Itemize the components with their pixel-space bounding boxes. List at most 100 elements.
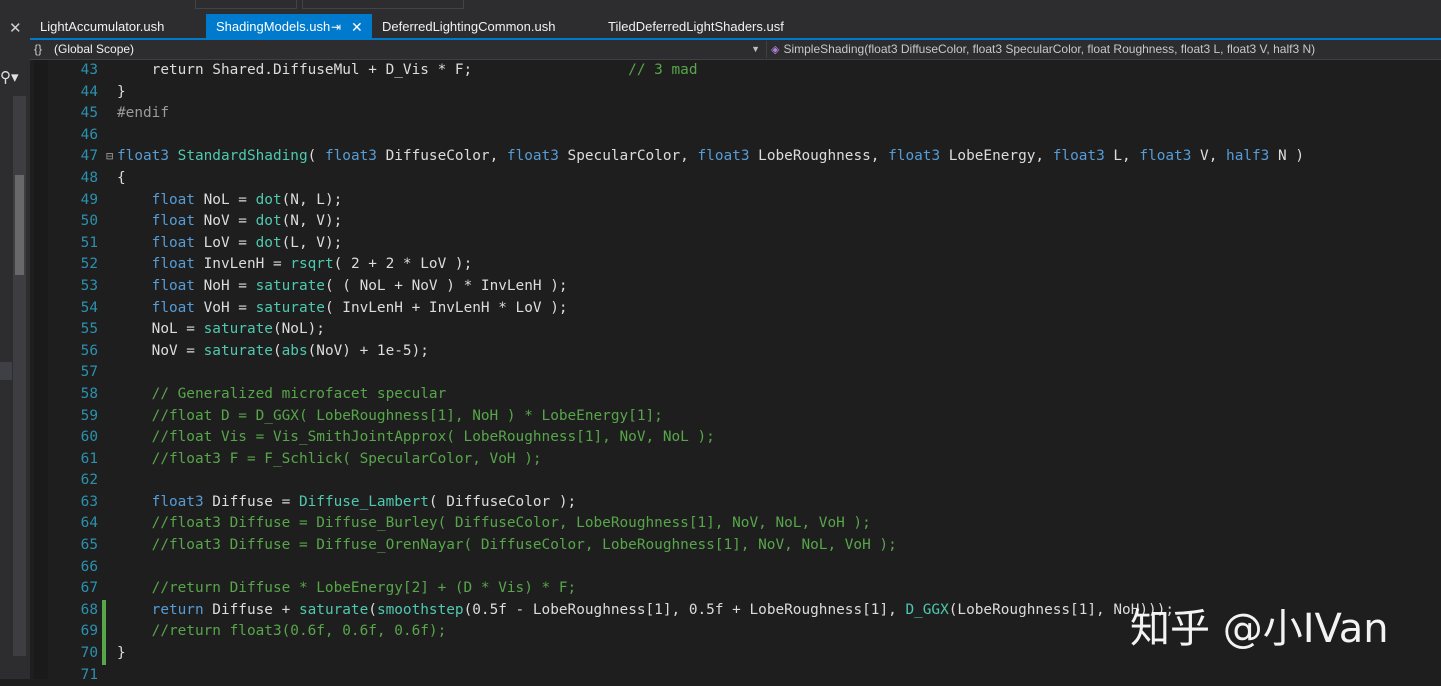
navigation-bar: {} (Global Scope) ▼ ◈ SimpleShading(float3… bbox=[30, 40, 1441, 60]
code-token: (0.5f - LobeRoughness[1], 0.5f + LobeRou… bbox=[463, 601, 906, 618]
code-token: dot bbox=[255, 191, 282, 208]
line-number: 64 bbox=[80, 515, 98, 532]
code-line[interactable]: 44} bbox=[30, 82, 1441, 104]
collapse-icon[interactable]: ⊟ bbox=[106, 146, 113, 168]
code-line[interactable]: 58 // Generalized microfacet specular bbox=[30, 384, 1441, 406]
code-line[interactable]: 59 //float D = D_GGX( LobeRoughness[1], … bbox=[30, 406, 1441, 428]
code-token: ( ( NoL + NoV ) * InvLenH ); bbox=[324, 277, 568, 294]
code-text: //float3 Diffuse = Diffuse_Burley( Diffu… bbox=[117, 513, 871, 535]
code-token: ( bbox=[368, 601, 377, 618]
code-line[interactable]: 57 bbox=[30, 362, 1441, 384]
line-number: 70 bbox=[80, 645, 98, 662]
code-text: //return Diffuse * LobeEnergy[2] + (D * … bbox=[117, 578, 577, 600]
code-text: //float D = D_GGX( LobeRoughness[1], NoH… bbox=[117, 406, 663, 428]
code-token: //return Diffuse * LobeEnergy[2] + (D * … bbox=[151, 580, 577, 597]
code-line[interactable]: 51 float LoV = dot(L, V); bbox=[30, 233, 1441, 255]
code-line[interactable]: 65 //float3 Diffuse = Diffuse_OrenNayar(… bbox=[30, 535, 1441, 557]
code-token: saturate bbox=[203, 321, 273, 338]
line-number: 49 bbox=[80, 191, 98, 208]
tab-deferredlightingcommon[interactable]: DeferredLightingCommon.ush bbox=[372, 14, 598, 38]
code-token: // 3 mad bbox=[628, 62, 698, 78]
code-line[interactable]: 43 return Shared.DiffuseMul + D_Vis * F;… bbox=[30, 60, 1441, 82]
code-token: (NoL); bbox=[272, 321, 325, 338]
tab-lightaccumulator[interactable]: LightAccumulator.ush bbox=[30, 14, 206, 38]
scope-dropdown[interactable]: {} (Global Scope) ▼ bbox=[34, 41, 760, 58]
code-text: //float3 F = F_Schlick( SpecularColor, V… bbox=[117, 449, 542, 471]
code-line[interactable]: 60 //float Vis = Vis_SmithJointApprox( L… bbox=[30, 427, 1441, 449]
toolbar-dropdown[interactable] bbox=[195, 0, 297, 9]
search-icon[interactable]: ⚲▾ bbox=[0, 68, 24, 88]
tab-tileddeferredlightshaders[interactable]: TiledDeferredLightShaders.usf bbox=[598, 14, 818, 38]
code-line[interactable]: 48 { bbox=[30, 168, 1441, 190]
close-icon[interactable]: ✕ bbox=[9, 19, 22, 37]
code-line[interactable]: 45 #endif bbox=[30, 103, 1441, 125]
code-text: //float Vis = Vis_SmithJointApprox( Lobe… bbox=[117, 427, 715, 449]
code-line[interactable]: 63 float3 Diffuse = Diffuse_Lambert( Dif… bbox=[30, 492, 1441, 514]
code-token: D_GGX bbox=[905, 601, 949, 618]
line-number: 62 bbox=[80, 472, 98, 489]
scrollbar-thumb[interactable] bbox=[15, 175, 24, 275]
code-token: InvLenH = bbox=[194, 256, 291, 273]
code-token: } bbox=[117, 645, 126, 662]
code-token: LobeRoughness, bbox=[749, 148, 889, 165]
code-token: float bbox=[151, 277, 195, 294]
code-line[interactable]: 56 NoV = saturate(abs(NoV) + 1e-5); bbox=[30, 341, 1441, 363]
line-number: 53 bbox=[80, 277, 98, 294]
code-text: //return float3(0.6f, 0.6f, 0.6f); bbox=[117, 621, 447, 643]
code-token: Diffuse_Lambert bbox=[298, 493, 429, 510]
code-token: NoL = bbox=[117, 321, 204, 338]
code-token: DiffuseColor, bbox=[376, 148, 507, 165]
line-number: 58 bbox=[80, 385, 98, 402]
code-line[interactable]: 61 //float3 F = F_Schlick( SpecularColor… bbox=[30, 449, 1441, 471]
code-text: float VoH = saturate( InvLenH + InvLenH … bbox=[117, 298, 568, 320]
code-token: LoV = bbox=[194, 234, 256, 251]
code-line[interactable]: 46 bbox=[30, 125, 1441, 147]
code-line[interactable]: 64 //float3 Diffuse = Diffuse_Burley( Di… bbox=[30, 513, 1441, 535]
code-line[interactable]: 62 bbox=[30, 470, 1441, 492]
code-line[interactable]: 50 float NoV = dot(N, V); bbox=[30, 211, 1441, 233]
code-text: NoL = saturate(NoL); bbox=[117, 319, 325, 341]
code-token: N ) bbox=[1269, 148, 1305, 165]
code-line[interactable]: 71 bbox=[30, 665, 1441, 686]
member-dropdown[interactable]: ◈ SimpleShading(float3 DiffuseColor, floa… bbox=[766, 41, 1441, 58]
code-line[interactable]: 52 float InvLenH = rsqrt( 2 + 2 * LoV ); bbox=[30, 254, 1441, 276]
code-line[interactable]: 53 float NoH = saturate( ( NoL + NoV ) *… bbox=[30, 276, 1441, 298]
line-number: 66 bbox=[80, 558, 98, 575]
line-number: 60 bbox=[80, 429, 98, 446]
code-line[interactable]: 47 ⊟ float3 StandardShading( float3 Diffus… bbox=[30, 146, 1441, 168]
line-number: 57 bbox=[80, 364, 98, 381]
line-number: 71 bbox=[80, 666, 98, 683]
code-line[interactable]: 49 float NoL = dot(N, L); bbox=[30, 190, 1441, 212]
code-text: float NoL = dot(N, L); bbox=[117, 190, 343, 212]
tab-shadingmodels[interactable]: ShadingModels.ush ⇥ ✕ bbox=[206, 14, 372, 38]
code-token: dot bbox=[255, 213, 282, 230]
change-marker bbox=[102, 599, 106, 622]
code-token: abs bbox=[281, 342, 308, 359]
code-text: float NoH = saturate( ( NoL + NoV ) * In… bbox=[117, 276, 568, 298]
close-icon[interactable]: ✕ bbox=[351, 14, 363, 40]
code-text: float NoV = dot(N, V); bbox=[117, 211, 343, 233]
line-number: 46 bbox=[80, 126, 98, 143]
document-tabs: LightAccumulator.ush ShadingModels.ush ⇥… bbox=[30, 14, 1441, 40]
code-line[interactable]: 55 NoL = saturate(NoL); bbox=[30, 319, 1441, 341]
code-token: float bbox=[151, 256, 195, 273]
code-token: NoV = bbox=[117, 342, 204, 359]
code-editor[interactable]: 43 return Shared.DiffuseMul + D_Vis * F;… bbox=[30, 60, 1441, 683]
pin-icon[interactable]: ⇥ bbox=[331, 14, 341, 40]
tab-label: TiledDeferredLightShaders.usf bbox=[608, 19, 784, 34]
code-token: L, bbox=[1104, 148, 1140, 165]
code-token: Diffuse = bbox=[203, 493, 299, 510]
code-line[interactable]: 66 bbox=[30, 557, 1441, 579]
code-line[interactable]: 54 float VoH = saturate( InvLenH + InvLe… bbox=[30, 298, 1441, 320]
code-text: // Generalized microfacet specular bbox=[117, 384, 447, 406]
code-token: SpecularColor, bbox=[558, 148, 698, 165]
code-token: StandardShading bbox=[177, 148, 308, 165]
code-token: (L, V); bbox=[281, 234, 343, 251]
code-token: ( bbox=[272, 342, 282, 359]
code-token: saturate bbox=[298, 601, 369, 618]
toolbar-dropdown[interactable] bbox=[302, 0, 464, 9]
code-token: ( InvLenH + InvLenH * LoV ); bbox=[324, 299, 568, 316]
code-token: V, bbox=[1191, 148, 1227, 165]
